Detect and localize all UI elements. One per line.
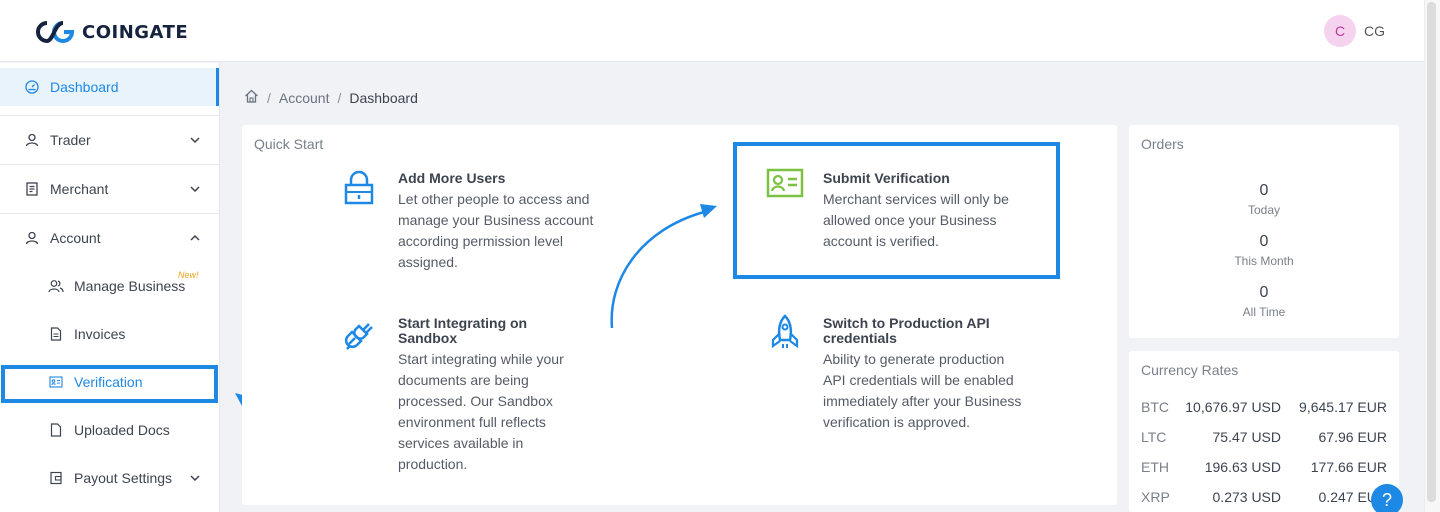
orders-card: Orders 0 Today 0 This Month 0 All Time — [1129, 125, 1399, 338]
user-icon — [24, 132, 40, 148]
user-name[interactable]: CG — [1364, 23, 1385, 39]
card-title: Orders — [1141, 136, 1184, 152]
sidebar-item-label: Dashboard — [50, 79, 119, 95]
lock-icon — [341, 170, 377, 206]
rate-symbol: ETH — [1141, 459, 1169, 475]
chevron-up-icon[interactable] — [189, 232, 201, 244]
rate-symbol: XRP — [1141, 489, 1170, 505]
item-text: Start integrating while your documents a… — [398, 351, 564, 472]
rate-usd: 0.273 USD — [1212, 489, 1281, 505]
item-text: Ability to generate production API crede… — [823, 351, 1022, 430]
sidebar-item-merchant[interactable]: Merchant — [0, 170, 219, 208]
stat-today: 0 Today — [1129, 182, 1399, 217]
sidebar-item-account[interactable]: Account — [0, 219, 219, 257]
breadcrumb: / Account / Dashboard — [244, 89, 418, 106]
rate-row: XRP 0.273 USD 0.247 EUR — [1141, 489, 1387, 509]
rate-symbol: LTC — [1141, 429, 1167, 445]
receipt-icon — [24, 181, 40, 197]
sidebar-item-label: Payout Settings — [74, 470, 173, 486]
rate-usd: 10,676.97 USD — [1185, 399, 1281, 415]
rate-row: BTC 10,676.97 USD 9,645.17 EUR — [1141, 399, 1387, 419]
home-icon[interactable] — [244, 89, 259, 106]
scrollbar-thumb[interactable] — [1427, 2, 1436, 502]
sidebar-item-uploaded-docs[interactable]: Uploaded Docs — [0, 411, 219, 449]
coingate-logo-icon — [36, 21, 75, 43]
stat-value: 0 — [1259, 233, 1269, 250]
stat-all-time: 0 All Time — [1129, 284, 1399, 319]
file-icon — [48, 422, 64, 438]
sidebar-item-label: Manage Business — [74, 278, 186, 294]
currency-rates-card: Currency Rates BTC 10,676.97 USD 9,645.1… — [1129, 351, 1399, 512]
stat-this-month: 0 This Month — [1129, 233, 1399, 268]
breadcrumb-account[interactable]: Account — [279, 90, 330, 106]
rate-symbol: BTC — [1141, 399, 1169, 415]
rate-eur: 67.96 EUR — [1318, 429, 1387, 445]
sidebar-item-label: Merchant — [50, 181, 109, 197]
divider — [0, 164, 219, 165]
item-text: Let other people to access and manage yo… — [398, 191, 594, 270]
rate-usd: 75.47 USD — [1212, 429, 1281, 445]
verification-highlight-box — [733, 142, 1060, 279]
card-title: Currency Rates — [1141, 362, 1239, 378]
rocket-icon — [767, 314, 803, 350]
stat-label: All Time — [1242, 305, 1286, 319]
sidebar: Dashboard Trader Merchant Account Manage… — [0, 63, 220, 512]
wallet-icon — [48, 470, 64, 486]
rate-usd: 196.63 USD — [1204, 459, 1281, 475]
sidebar-item-trader[interactable]: Trader — [0, 121, 219, 159]
chevron-down-icon[interactable] — [189, 472, 201, 484]
stat-value: 0 — [1259, 284, 1269, 301]
quick-start-sandbox[interactable]: Start Integrating on Sandbox Start integ… — [398, 316, 588, 475]
brand-name: COINGATE — [82, 21, 189, 43]
rate-row: ETH 196.63 USD 177.66 EUR — [1141, 459, 1387, 479]
breadcrumb-separator: / — [267, 89, 271, 106]
help-button[interactable]: ? — [1371, 484, 1403, 512]
users-icon — [48, 278, 64, 294]
item-title: Switch to Production API credentials — [823, 315, 990, 346]
quick-start-production[interactable]: Switch to Production API credentials Abi… — [823, 316, 1023, 433]
stat-label: This Month — [1234, 254, 1294, 268]
stat-value: 0 — [1259, 182, 1269, 199]
sidebar-item-dashboard[interactable]: Dashboard — [0, 68, 219, 106]
verification-highlight-box — [1, 365, 218, 403]
sidebar-item-label: Invoices — [74, 326, 126, 342]
rate-eur: 9,645.17 EUR — [1299, 399, 1387, 415]
dashboard-icon — [24, 79, 40, 95]
quick-start-add-users[interactable]: Add More Users Let other people to acces… — [398, 171, 618, 273]
coingate-logo[interactable]: COINGATE — [33, 19, 188, 45]
rate-row: LTC 75.47 USD 67.96 EUR — [1141, 429, 1387, 449]
rate-eur: 177.66 EUR — [1310, 459, 1387, 475]
sidebar-item-label: Uploaded Docs — [74, 422, 170, 438]
user-menu[interactable]: C CG — [1324, 15, 1385, 47]
sidebar-item-invoices[interactable]: Invoices — [0, 315, 219, 353]
chevron-down-icon[interactable] — [189, 134, 201, 146]
sidebar-item-label: Trader — [50, 132, 91, 148]
arrow-to-submit-verification — [610, 204, 717, 329]
divider — [0, 213, 219, 214]
user-icon — [24, 230, 40, 246]
breadcrumb-separator: / — [337, 89, 342, 106]
top-header: COINGATE C CG — [0, 0, 1424, 62]
file-icon — [48, 326, 64, 342]
sidebar-item-payout-settings[interactable]: Payout Settings — [0, 459, 219, 497]
card-title: Quick Start — [254, 136, 324, 152]
divider — [0, 115, 219, 116]
item-title: Start Integrating on Sandbox — [398, 315, 528, 346]
chevron-down-icon[interactable] — [189, 183, 201, 195]
breadcrumb-dashboard: Dashboard — [349, 89, 418, 106]
item-title: Add More Users — [398, 170, 506, 186]
stat-label: Today — [1247, 203, 1281, 217]
plug-icon — [341, 316, 377, 352]
sidebar-item-label: Account — [50, 230, 101, 246]
avatar[interactable]: C — [1324, 15, 1356, 47]
new-badge: New! — [178, 270, 199, 280]
